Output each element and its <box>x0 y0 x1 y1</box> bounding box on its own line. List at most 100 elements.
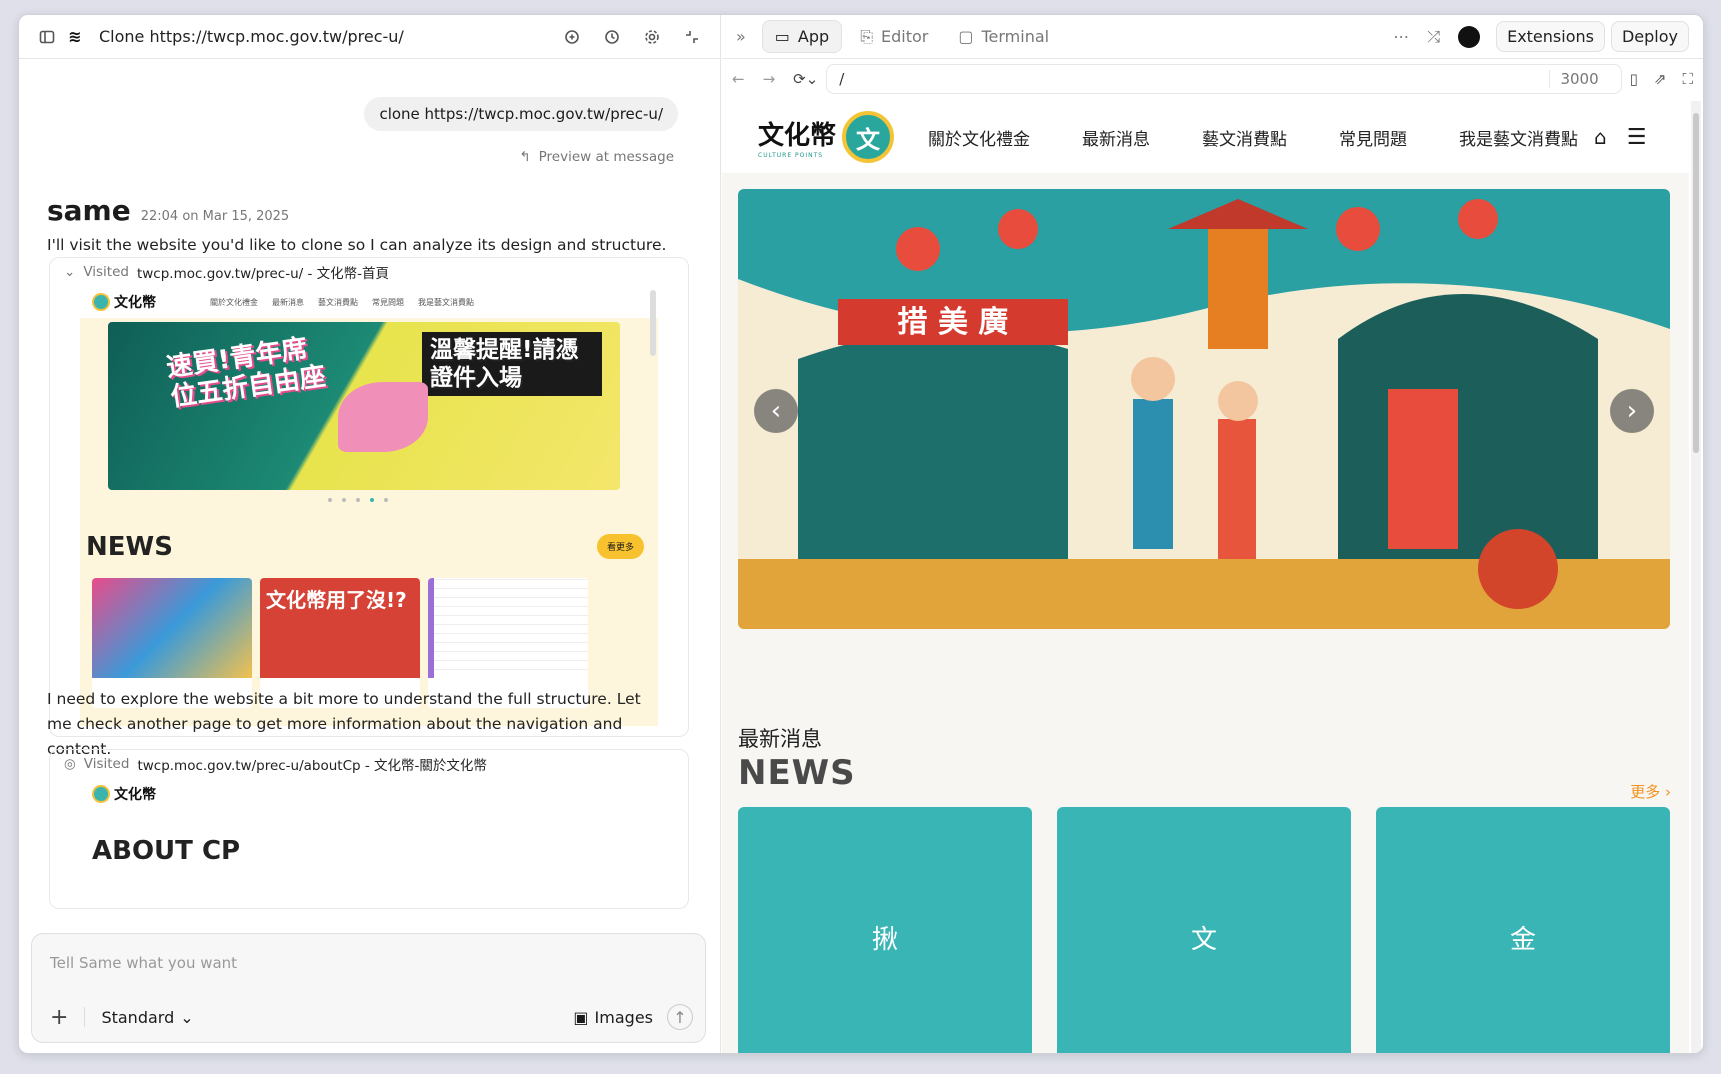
assistant-name: same <box>47 194 131 227</box>
chat-scroll[interactable]: clone https://twcp.moc.gov.tw/prec-u/ ↰ … <box>19 59 708 933</box>
device-icon[interactable]: ▯ <box>1630 70 1638 88</box>
tab-terminal[interactable]: ▢ Terminal <box>946 21 1061 52</box>
github-icon[interactable] <box>1458 25 1481 48</box>
chat-bubble-icon[interactable] <box>558 23 586 51</box>
chat-panel: ≋ Clone https://twcp.moc.gov.tw/prec-u/ … <box>19 15 721 1053</box>
arrow-up-left-icon: ↰ <box>519 149 531 165</box>
visit-label: Visited <box>83 264 129 280</box>
nav-item-venues[interactable]: 藝文消費點 <box>1202 125 1287 150</box>
shuffle-icon[interactable]: ⤮ <box>1427 27 1440 47</box>
file-icon: ⎘ <box>860 26 873 46</box>
collapse-icon[interactable] <box>678 23 706 51</box>
preview-tabs: » ▭ App ⎘ Editor ▢ Terminal ⋯ ⤮ Extensions … <box>722 15 1703 59</box>
visit-screenshot-2: 文化幣 ABOUT CP <box>80 778 658 898</box>
terminal-icon: ▢ <box>958 27 974 46</box>
visit-card-2[interactable]: ◎ Visited twcp.moc.gov.tw/prec-u/aboutCp… <box>49 749 689 909</box>
nav-item-merchant[interactable]: 我是藝文消費點 <box>1459 125 1578 150</box>
news-card[interactable]: 文 <box>1057 807 1351 1053</box>
image-icon: ▣ <box>573 1007 589 1027</box>
shot-scrollbar[interactable] <box>650 290 656 356</box>
history-icon[interactable] <box>598 23 626 51</box>
sidebar-toggle-icon[interactable] <box>33 23 61 51</box>
mode-select[interactable]: Standard ⌄ <box>101 1008 193 1027</box>
url-path: / <box>839 70 845 88</box>
message-timestamp: 22:04 on Mar 15, 2025 <box>140 209 290 224</box>
visit-header-2[interactable]: ◎ Visited twcp.moc.gov.tw/prec-u/aboutCp… <box>50 750 688 778</box>
nav-item-about[interactable]: 關於文化禮金 <box>928 125 1030 150</box>
images-button[interactable]: ▣ Images <box>573 1008 653 1027</box>
logo-icon <box>92 785 110 803</box>
mini-nav-item: 常見問題 <box>372 297 404 307</box>
mini-nav: 文化幣 <box>80 778 658 810</box>
site-logo[interactable]: 文化幣 CULTURE POINTS 文 <box>758 111 895 163</box>
visit-card-1[interactable]: ⌄ Visited twcp.moc.gov.tw/prec-u/ - 文化幣-… <box>49 257 689 737</box>
logo-emblem-icon: 文 <box>842 111 895 163</box>
mini-logo: 文化幣 <box>92 292 156 312</box>
hero-sign-text: 措 美 廣 <box>898 305 1009 340</box>
mini-news-heading: NEWS <box>86 532 173 562</box>
prompt-box[interactable]: Tell Same what you want + Standard ⌄ ▣ Ima… <box>31 933 706 1043</box>
news-card[interactable]: 揪 <box>738 807 1032 1053</box>
home-icon[interactable]: ⌂ <box>1594 125 1607 149</box>
news-heading-en: NEWS <box>738 753 856 793</box>
visit-header-1[interactable]: ⌄ Visited twcp.moc.gov.tw/prec-u/ - 文化幣-… <box>50 258 688 286</box>
hero-carousel[interactable]: 措 美 廣 ‹ › <box>738 189 1670 629</box>
carousel-prev-button[interactable]: ‹ <box>754 389 798 433</box>
visit-url: twcp.moc.gov.tw/prec-u/ - 文化幣-首頁 <box>136 266 390 282</box>
visit-screenshot-1: 文化幣 關於文化禮金 最新消息 藝文消費點 常見問題 我是藝文消費點 速買!青年… <box>80 286 658 726</box>
logo-subtitle: CULTURE POINTS <box>758 152 824 159</box>
thumb-title: 文化幣用了沒!? <box>260 578 420 678</box>
banner-text-left: 速買!青年席位五折自由座 <box>164 333 328 413</box>
deploy-button[interactable]: Deploy <box>1610 21 1689 52</box>
forward-arrow-icon[interactable]: → <box>763 70 776 88</box>
carousel-next-button[interactable]: › <box>1610 389 1654 433</box>
chevron-down-icon: ⌄ <box>180 1007 194 1027</box>
preview-scrollbar[interactable] <box>1691 101 1701 1053</box>
mini-nav-item: 我是藝文消費點 <box>418 297 474 307</box>
fullscreen-icon[interactable]: ⛶ <box>1682 70 1693 88</box>
visit-url: twcp.moc.gov.tw/prec-u/aboutCp - 文化幣-關於文… <box>137 758 487 774</box>
news-card[interactable]: 金 <box>1376 807 1670 1053</box>
chat-title: Clone https://twcp.moc.gov.tw/prec-u/ <box>99 27 404 46</box>
news-section-heading: 最新消息 NEWS <box>738 723 856 793</box>
preview-panel: » ▭ App ⎘ Editor ▢ Terminal ⋯ ⤮ Extensions … <box>722 15 1703 1053</box>
nav-item-news[interactable]: 最新消息 <box>1082 125 1150 150</box>
site-preview: 文化幣 CULTURE POINTS 文 關於文化禮金 最新消息 藝文消費點 常… <box>722 101 1689 1053</box>
mini-nav-item: 關於文化禮金 <box>210 297 258 307</box>
port-number[interactable]: 3000 <box>1549 70 1608 88</box>
chat-header: ≋ Clone https://twcp.moc.gov.tw/prec-u/ <box>19 15 720 59</box>
settings-gear-icon[interactable] <box>638 23 666 51</box>
user-message: clone https://twcp.moc.gov.tw/prec-u/ <box>364 97 678 131</box>
chevron-down-icon: ⌄ <box>64 264 76 280</box>
hamburger-menu-icon[interactable]: ☰ <box>1627 125 1647 150</box>
prompt-input[interactable]: Tell Same what you want <box>50 954 237 972</box>
hero-illustration: 措 美 廣 <box>738 189 1670 629</box>
mini-nav-item: 藝文消費點 <box>318 297 358 307</box>
send-arrow-icon[interactable]: ↑ <box>667 1004 693 1030</box>
address-bar: ← → ⟳⌄ / 3000 ▯ ⇗ ⛶ <box>722 59 1703 99</box>
mini-banner: 速買!青年席位五折自由座 溫馨提醒!請憑證件入場 <box>108 322 620 490</box>
site-nav: 文化幣 CULTURE POINTS 文 關於文化禮金 最新消息 藝文消費點 常… <box>722 101 1689 173</box>
mini-nav: 文化幣 關於文化禮金 最新消息 藝文消費點 常見問題 我是藝文消費點 <box>80 286 658 318</box>
expand-chevrons-icon[interactable]: » <box>736 27 746 46</box>
back-arrow-icon[interactable]: ← <box>732 70 745 88</box>
url-field[interactable]: / 3000 <box>826 64 1622 94</box>
screenshot-icon: ◎ <box>64 756 76 772</box>
logo-text: 文化幣 <box>758 121 837 151</box>
app-window: ≋ Clone https://twcp.moc.gov.tw/prec-u/ … <box>18 14 1704 1054</box>
megaphone-shape <box>338 382 428 452</box>
assistant-message-1: I'll visit the website you'd like to clo… <box>47 236 667 254</box>
news-more-link[interactable]: 更多 › <box>1630 781 1671 802</box>
plus-icon[interactable]: + <box>50 1005 68 1030</box>
tab-app[interactable]: ▭ App <box>761 20 843 53</box>
preview-at-message-button[interactable]: ↰ Preview at message <box>519 149 674 165</box>
window-icon: ▭ <box>774 27 790 46</box>
tab-editor[interactable]: ⎘ Editor <box>848 21 940 53</box>
news-heading-zh: 最新消息 <box>738 727 822 751</box>
extensions-button[interactable]: Extensions <box>1496 21 1605 52</box>
mini-carousel-dots <box>328 498 388 502</box>
nav-item-faq[interactable]: 常見問題 <box>1339 125 1407 150</box>
reload-icon[interactable]: ⟳⌄ <box>793 70 818 88</box>
open-external-icon[interactable]: ⇗ <box>1654 70 1667 88</box>
more-dots-icon[interactable]: ⋯ <box>1393 27 1409 46</box>
